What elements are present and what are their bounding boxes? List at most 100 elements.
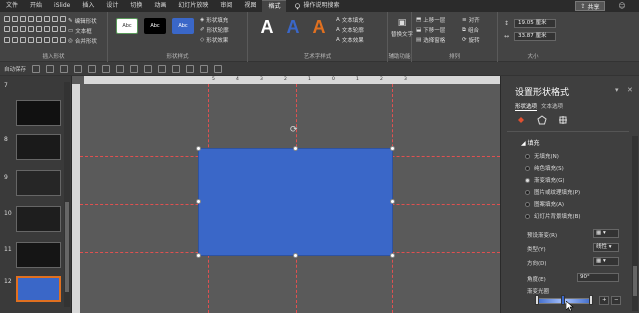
radio-button[interactable] (525, 189, 530, 195)
redo-icon[interactable] (74, 64, 83, 73)
add-stop-icon[interactable]: + (599, 296, 609, 305)
gradient-stop-handle[interactable] (561, 295, 565, 305)
width-input[interactable]: 33.87 厘米 (514, 32, 556, 41)
smile-icon[interactable]: ☺ (609, 1, 635, 11)
slide-thumbnail[interactable] (16, 134, 61, 160)
bring-forward-button[interactable]: ⬒ 上移一层 (416, 16, 445, 24)
save-icon[interactable] (46, 64, 55, 73)
tab-design[interactable]: 设计 (100, 0, 124, 12)
shape-icon[interactable] (60, 36, 66, 43)
shape-icon[interactable] (60, 16, 66, 22)
alt-text-button[interactable]: ▣ 替换文字 (391, 18, 413, 38)
shape-options-tab[interactable]: 形状选项 (515, 102, 538, 111)
align-button[interactable]: ≡ 对齐 (462, 16, 480, 24)
shape-gallery[interactable] (4, 16, 66, 46)
group-button[interactable]: ⧉ 组合 (462, 26, 479, 35)
resize-handle[interactable] (293, 253, 298, 258)
fill-section-header[interactable]: ◢ 填充 (521, 138, 540, 147)
wordart-style-2[interactable]: A (282, 16, 304, 38)
bring-front-icon[interactable] (172, 64, 181, 73)
edit-shape-button[interactable]: ✎ 编辑形状 (68, 17, 97, 25)
shape-icon[interactable] (12, 36, 18, 43)
slide-thumbnail[interactable] (16, 100, 61, 126)
wordart-style-3[interactable]: A (308, 16, 330, 38)
toggle-icon[interactable] (32, 64, 41, 73)
shape-icon[interactable] (44, 36, 50, 43)
resize-handle[interactable] (390, 146, 395, 151)
shape-icon[interactable] (28, 26, 34, 33)
resize-handle[interactable] (196, 253, 201, 258)
text-options-tab[interactable]: 文本选项 (541, 102, 563, 111)
scrollbar-thumb[interactable] (633, 266, 637, 296)
shape-fill-button[interactable]: ◈ 形状填充 (200, 16, 228, 24)
thumbnail-scrollbar[interactable] (64, 82, 70, 307)
send-backward-button[interactable]: ⬓ 下移一层 (416, 26, 445, 34)
resize-handle[interactable] (293, 146, 298, 151)
shape-icon[interactable] (52, 36, 58, 43)
selection-pane-button[interactable]: ▤ 选择窗格 (416, 36, 445, 44)
preset-gradient-dropdown[interactable]: ▦ ▾ (593, 229, 619, 238)
radio-button[interactable] (525, 165, 530, 171)
slideshow-icon[interactable] (88, 64, 97, 73)
fill-option-selected[interactable]: 渐变填充(G) (525, 176, 565, 184)
tab-slideshow[interactable]: 幻灯片放映 (172, 0, 214, 12)
scrollbar-thumb[interactable] (65, 202, 69, 292)
shape-icon[interactable] (12, 26, 18, 33)
shape-effects-button[interactable]: ◇ 形状效果 (200, 36, 228, 44)
text-effects-button[interactable]: A 文本效果 (336, 36, 364, 44)
shape-icon[interactable] (20, 16, 26, 22)
pane-close-icon[interactable]: ✕ (627, 86, 633, 94)
wordart-style-1[interactable]: A (256, 16, 278, 38)
distribute-icon[interactable] (158, 64, 167, 73)
style-swatch-1[interactable]: Abc (116, 18, 138, 34)
radio-button[interactable] (525, 201, 530, 207)
tab-islide[interactable]: iSlide (48, 0, 76, 12)
shape-icon[interactable] (28, 16, 34, 22)
type-dropdown[interactable]: 线性 ▾ (593, 243, 619, 252)
shape-icon[interactable] (28, 36, 34, 43)
resize-handle[interactable] (196, 146, 201, 151)
shape-icon[interactable] (36, 26, 42, 33)
text-fill-button[interactable]: A 文本填充 (336, 16, 364, 24)
style-swatch-2[interactable]: Abc (144, 18, 166, 34)
fill-option[interactable]: 图片或纹理填充(P) (525, 188, 580, 196)
shape-outline-button[interactable]: ✐ 形状轮廓 (200, 26, 229, 34)
merge-shapes-button[interactable]: ◎ 合并形状 (68, 37, 97, 45)
radio-button[interactable] (525, 213, 530, 219)
grid-icon[interactable] (102, 64, 111, 73)
share-button[interactable]: ⇪ 共享 (575, 1, 605, 11)
tab-transitions[interactable]: 切换 (124, 0, 148, 12)
effects-pentagon-icon[interactable] (536, 114, 547, 125)
resize-handle[interactable] (390, 199, 395, 204)
shape-icon[interactable] (60, 26, 66, 33)
send-back-icon[interactable] (186, 64, 195, 73)
slide-thumbnail[interactable] (16, 206, 61, 232)
tab-review[interactable]: 审阅 (214, 0, 238, 12)
shape-icon[interactable] (44, 26, 50, 33)
shape-icon[interactable] (4, 36, 10, 43)
slide-thumbnail[interactable] (16, 242, 61, 268)
style-swatch-3[interactable]: Abc (172, 18, 194, 34)
tab-insert[interactable]: 插入 (76, 0, 100, 12)
tab-file[interactable]: 文件 (0, 0, 24, 12)
shape-icon[interactable] (20, 36, 26, 43)
shape-icon[interactable] (20, 26, 26, 33)
fill-option[interactable]: 纯色填充(S) (525, 164, 564, 172)
tab-view[interactable]: 视图 (238, 0, 262, 12)
tab-home[interactable]: 开始 (24, 0, 48, 12)
resize-handle[interactable] (196, 199, 201, 204)
tell-me-search[interactable]: 操作说明搜索 (286, 0, 345, 12)
pane-options-chevron-icon[interactable]: ▾ (615, 86, 619, 94)
gradient-stop-handle[interactable] (589, 295, 593, 305)
gradient-stop-handle[interactable] (535, 295, 539, 305)
align-left-icon[interactable] (116, 64, 125, 73)
slide-canvas[interactable]: 5 4 3 2 1 0 1 2 3 ⟳ (72, 76, 500, 313)
size-properties-icon[interactable] (557, 114, 568, 125)
slide-thumbnail[interactable] (16, 170, 61, 196)
group-icon[interactable] (200, 64, 209, 73)
angle-input[interactable]: 90° (577, 273, 619, 282)
height-input[interactable]: 19.05 厘米 (514, 19, 556, 28)
undo-icon[interactable] (60, 64, 69, 73)
shape-icon[interactable] (36, 16, 42, 22)
selected-rectangle-shape[interactable] (198, 148, 393, 256)
